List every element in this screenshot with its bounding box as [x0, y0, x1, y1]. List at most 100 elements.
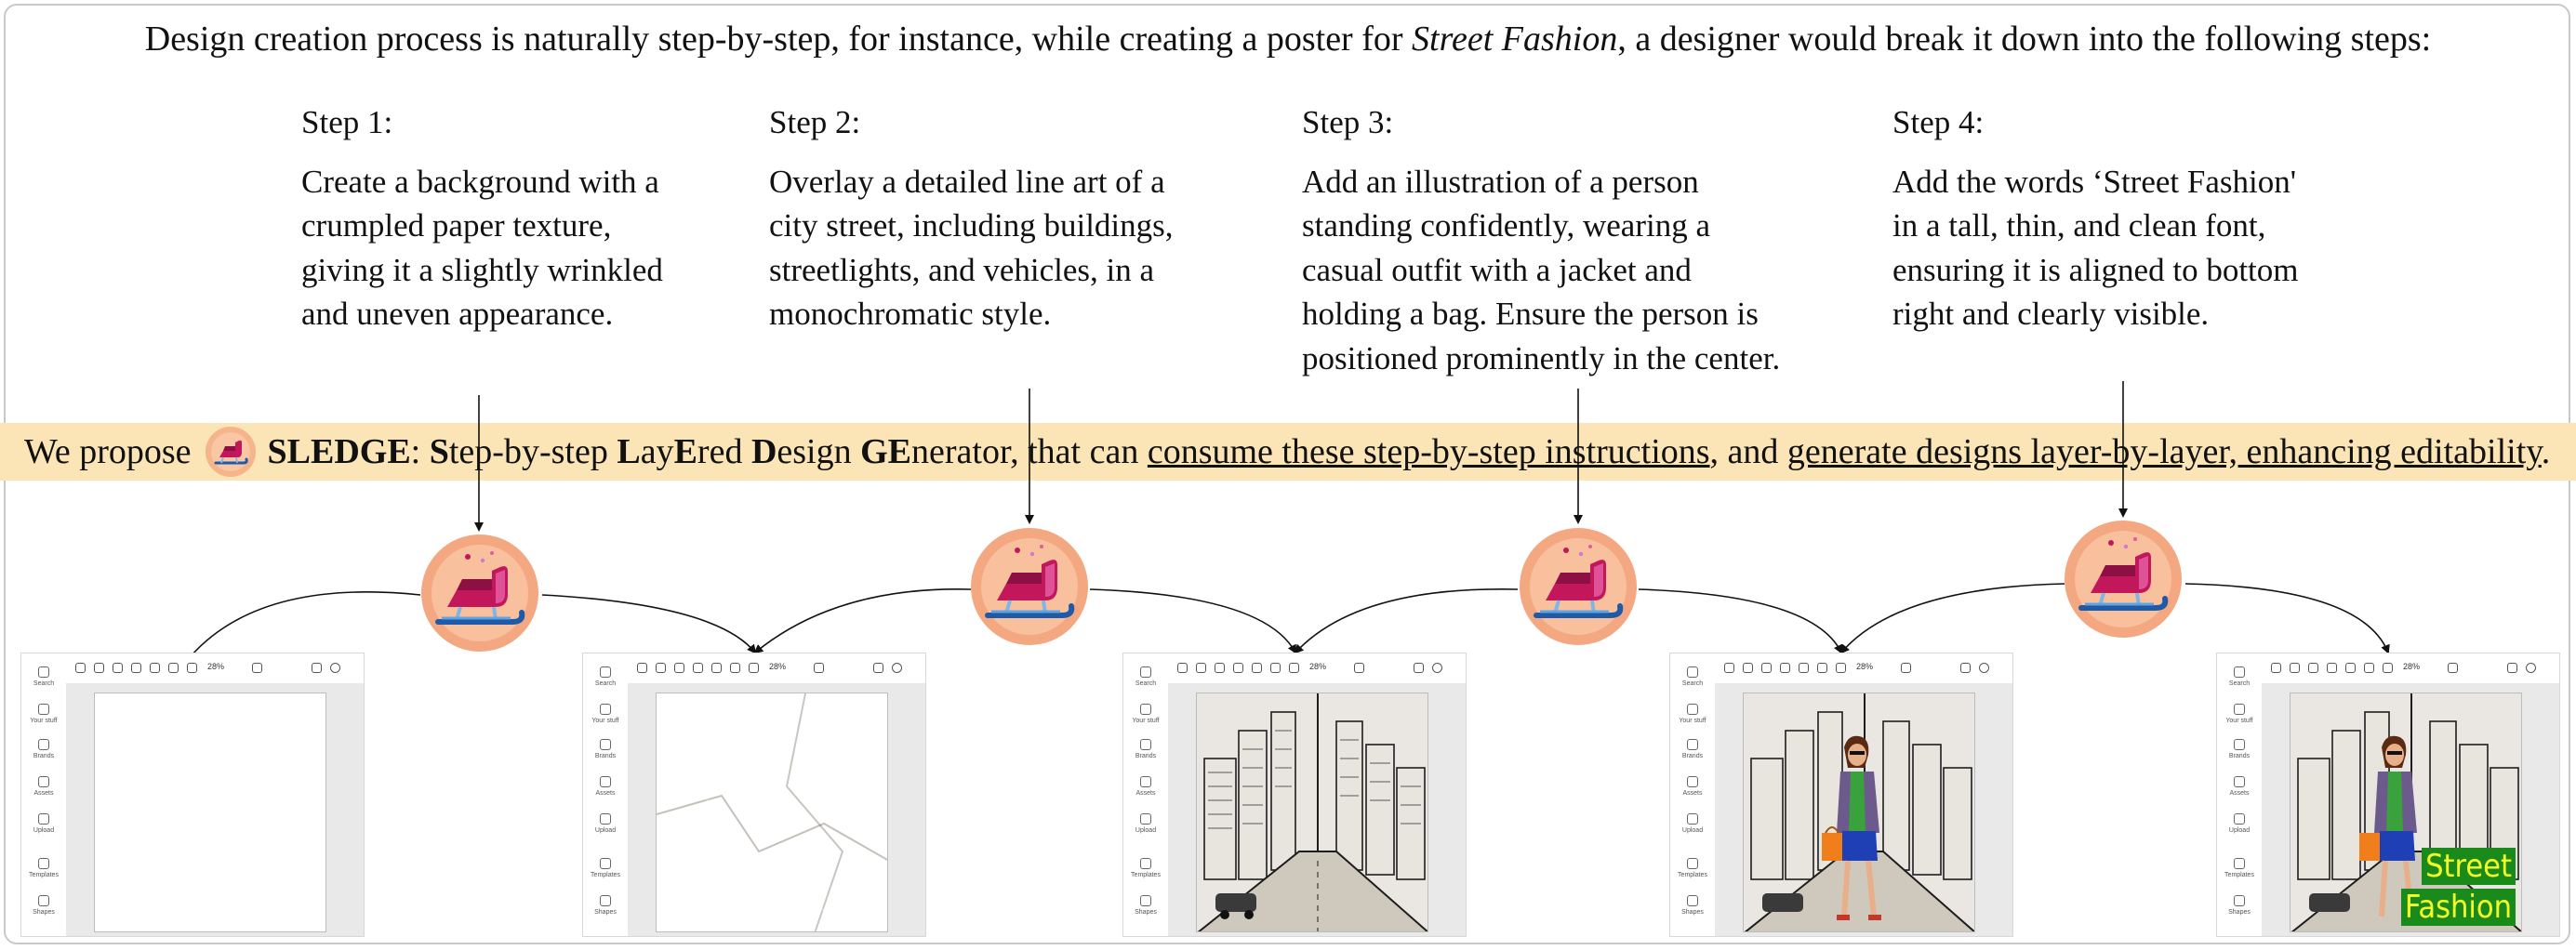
- sidebar-item-upload[interactable]: Upload: [589, 813, 622, 834]
- tool-icon[interactable]: [1177, 663, 1188, 673]
- flow-out-2: [1089, 588, 1296, 654]
- design-canvas-person[interactable]: [1743, 693, 1975, 932]
- tool-icon[interactable]: [1743, 663, 1753, 673]
- sidebar-item-shapes[interactable]: Shapes: [27, 895, 60, 916]
- sidebar-item-templates[interactable]: Templates: [1129, 858, 1162, 878]
- zoom-level[interactable]: 28%: [1856, 662, 1873, 671]
- tool-icon[interactable]: [1799, 663, 1809, 673]
- poster-text-street[interactable]: Street: [2422, 848, 2516, 885]
- add-icon[interactable]: [1432, 663, 1442, 673]
- add-icon[interactable]: [1979, 663, 1989, 673]
- tool-icon[interactable]: [1836, 663, 1846, 673]
- sidebar-item-templates[interactable]: Templates: [27, 858, 60, 878]
- sidebar-item-shapes[interactable]: Shapes: [1676, 895, 1709, 916]
- add-icon[interactable]: [330, 663, 340, 673]
- tool-icon[interactable]: [749, 663, 759, 673]
- tool-icon[interactable]: [1215, 663, 1225, 673]
- sidebar-item-brands[interactable]: Brands: [27, 739, 60, 759]
- tool-icon[interactable]: [656, 663, 666, 673]
- sidebar-item-your-stuff[interactable]: Your stuff: [589, 704, 622, 724]
- delete-icon[interactable]: [1414, 663, 1424, 673]
- tool-icon[interactable]: [168, 663, 179, 673]
- tool-icon[interactable]: [1289, 663, 1299, 673]
- sidebar-label: Assets: [2229, 790, 2250, 797]
- tool-icon[interactable]: [2383, 663, 2393, 673]
- tool-icon[interactable]: [2290, 663, 2300, 673]
- zoom-level[interactable]: 28%: [769, 662, 786, 671]
- tool-icon[interactable]: [2327, 663, 2337, 673]
- add-icon[interactable]: [892, 663, 902, 673]
- tool-icon[interactable]: [1233, 663, 1243, 673]
- tool-icon[interactable]: [693, 663, 703, 673]
- tool-icon[interactable]: [1270, 663, 1281, 673]
- design-canvas-final[interactable]: Street Fashion: [2290, 693, 2522, 932]
- zoom-level[interactable]: 28%: [1309, 662, 1326, 671]
- sidebar-item-upload[interactable]: Upload: [2223, 813, 2256, 834]
- sidebar-item-templates[interactable]: Templates: [589, 858, 622, 878]
- sidebar-item-assets[interactable]: Assets: [27, 776, 60, 797]
- tool-icon[interactable]: [2345, 663, 2356, 673]
- sidebar-item-your-stuff[interactable]: Your stuff: [2223, 704, 2256, 724]
- sidebar-item-templates[interactable]: Templates: [1676, 858, 1709, 878]
- tool-icon[interactable]: [1780, 663, 1790, 673]
- tool-icon[interactable]: [1761, 663, 1772, 673]
- tool-icon[interactable]: [1252, 663, 1262, 673]
- sidebar-item-templates[interactable]: Templates: [2223, 858, 2256, 878]
- zoom-level[interactable]: 28%: [2403, 662, 2420, 671]
- sidebar-item-upload[interactable]: Upload: [27, 813, 60, 834]
- tool-icon[interactable]: [2271, 663, 2281, 673]
- sidebar-item-shapes[interactable]: Shapes: [589, 895, 622, 916]
- design-canvas-blank[interactable]: [94, 693, 326, 932]
- tool-icon[interactable]: [75, 663, 86, 673]
- sidebar-item-search[interactable]: Search: [1676, 666, 1709, 687]
- sidebar-item-upload[interactable]: Upload: [1129, 813, 1162, 834]
- tool-icon[interactable]: [94, 663, 104, 673]
- tool-icon[interactable]: [1817, 663, 1827, 673]
- sidebar-item-assets[interactable]: Assets: [1676, 776, 1709, 797]
- sidebar-item-brands[interactable]: Brands: [1129, 739, 1162, 759]
- sidebar-item-your-stuff[interactable]: Your stuff: [1129, 704, 1162, 724]
- design-canvas-paper[interactable]: [656, 693, 888, 932]
- tool-icon[interactable]: [131, 663, 141, 673]
- sidebar-item-your-stuff[interactable]: Your stuff: [27, 704, 60, 724]
- delete-icon[interactable]: [1960, 663, 1971, 673]
- tool-icon[interactable]: [711, 663, 722, 673]
- tool-icon[interactable]: [2448, 663, 2458, 673]
- sidebar-label: Shapes: [2228, 909, 2251, 916]
- sidebar-item-search[interactable]: Search: [589, 666, 622, 687]
- tool-icon[interactable]: [187, 663, 197, 673]
- tool-icon[interactable]: [1724, 663, 1734, 673]
- delete-icon[interactable]: [2507, 663, 2517, 673]
- sidebar-item-brands[interactable]: Brands: [2223, 739, 2256, 759]
- sidebar-item-search[interactable]: Search: [1129, 666, 1162, 687]
- tool-icon[interactable]: [150, 663, 160, 673]
- sidebar-item-shapes[interactable]: Shapes: [1129, 895, 1162, 916]
- tool-icon[interactable]: [674, 663, 684, 673]
- add-icon[interactable]: [2526, 663, 2536, 673]
- sidebar-item-shapes[interactable]: Shapes: [2223, 895, 2256, 916]
- tool-icon[interactable]: [1196, 663, 1206, 673]
- tool-icon[interactable]: [113, 663, 123, 673]
- design-canvas-city[interactable]: [1196, 693, 1428, 932]
- sidebar-item-search[interactable]: Search: [2223, 666, 2256, 687]
- tool-icon[interactable]: [814, 663, 824, 673]
- sidebar-item-assets[interactable]: Assets: [2223, 776, 2256, 797]
- sidebar-item-your-stuff[interactable]: Your stuff: [1676, 704, 1709, 724]
- sidebar-item-brands[interactable]: Brands: [589, 739, 622, 759]
- tool-icon[interactable]: [2364, 663, 2374, 673]
- sidebar-item-assets[interactable]: Assets: [589, 776, 622, 797]
- sidebar-item-search[interactable]: Search: [27, 666, 60, 687]
- sidebar-item-brands[interactable]: Brands: [1676, 739, 1709, 759]
- tool-icon[interactable]: [2308, 663, 2318, 673]
- sidebar-item-upload[interactable]: Upload: [1676, 813, 1709, 834]
- delete-icon[interactable]: [873, 663, 883, 673]
- zoom-level[interactable]: 28%: [207, 662, 224, 671]
- tool-icon[interactable]: [1901, 663, 1911, 673]
- tool-icon[interactable]: [252, 663, 262, 673]
- tool-icon[interactable]: [637, 663, 647, 673]
- tool-icon[interactable]: [1354, 663, 1364, 673]
- sidebar-item-assets[interactable]: Assets: [1129, 776, 1162, 797]
- tool-icon[interactable]: [730, 663, 740, 673]
- poster-text-fashion[interactable]: Fashion: [2400, 889, 2516, 926]
- delete-icon[interactable]: [312, 663, 322, 673]
